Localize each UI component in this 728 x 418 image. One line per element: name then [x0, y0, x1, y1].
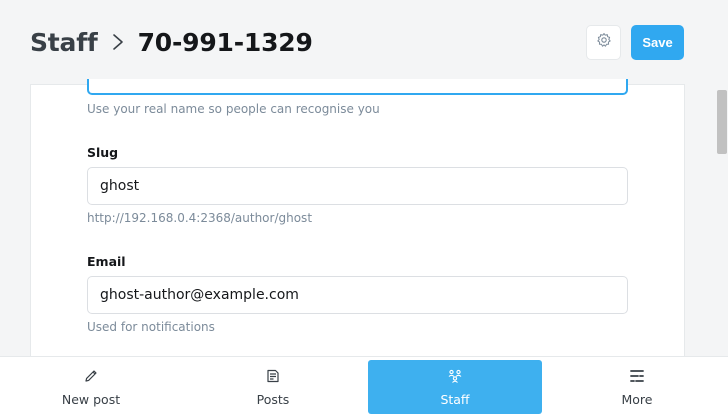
posts-icon: [265, 368, 281, 388]
full-name-hint: Use your real name so people can recogni…: [87, 102, 380, 116]
nav-label-new-post: New post: [61, 391, 121, 407]
app-viewport: Staff 70-991-1329 Save Use your real nam…: [0, 0, 728, 418]
chevron-right-icon: [110, 32, 126, 52]
email-hint: Used for notifications: [87, 320, 215, 334]
email-input-value: ghost-author@example.com: [100, 287, 299, 303]
nav-item-staff[interactable]: Staff: [368, 360, 542, 414]
email-label: Email: [87, 254, 126, 269]
more-icon: [629, 368, 645, 388]
page-title: 70-991-1329: [137, 27, 313, 57]
header-actions: Save: [586, 24, 684, 60]
scrollbar-thumb[interactable]: [717, 90, 727, 154]
gear-icon: [596, 32, 612, 52]
nav-item-new-post[interactable]: New post: [40, 360, 142, 414]
save-button[interactable]: Save: [631, 24, 684, 60]
slug-input-value: ghost: [100, 178, 140, 194]
email-input[interactable]: ghost-author@example.com: [87, 276, 628, 314]
nav-label-posts: Posts: [256, 391, 290, 407]
pencil-icon: [83, 368, 99, 388]
page-scrollbar[interactable]: [714, 0, 728, 356]
slug-url-hint: http://192.168.0.4:2368/author/ghost: [87, 211, 313, 225]
slug-input[interactable]: ghost: [87, 167, 628, 205]
staff-icon: [447, 368, 463, 388]
settings-button[interactable]: [586, 24, 621, 60]
page-header: Staff 70-991-1329 Save: [0, 0, 714, 84]
nav-label-more: More: [621, 391, 653, 407]
bottom-navigation: New post Posts Staff More: [0, 356, 728, 418]
nav-item-posts[interactable]: Posts: [222, 360, 324, 414]
full-name-input[interactable]: [87, 79, 628, 95]
nav-item-more[interactable]: More: [586, 360, 688, 414]
slug-label: Slug: [87, 145, 119, 160]
breadcrumb-staff-link[interactable]: Staff: [30, 28, 98, 57]
breadcrumb: Staff 70-991-1329: [30, 28, 313, 57]
user-form-card: Use your real name so people can recogni…: [30, 79, 685, 356]
nav-label-staff: Staff: [440, 391, 470, 407]
